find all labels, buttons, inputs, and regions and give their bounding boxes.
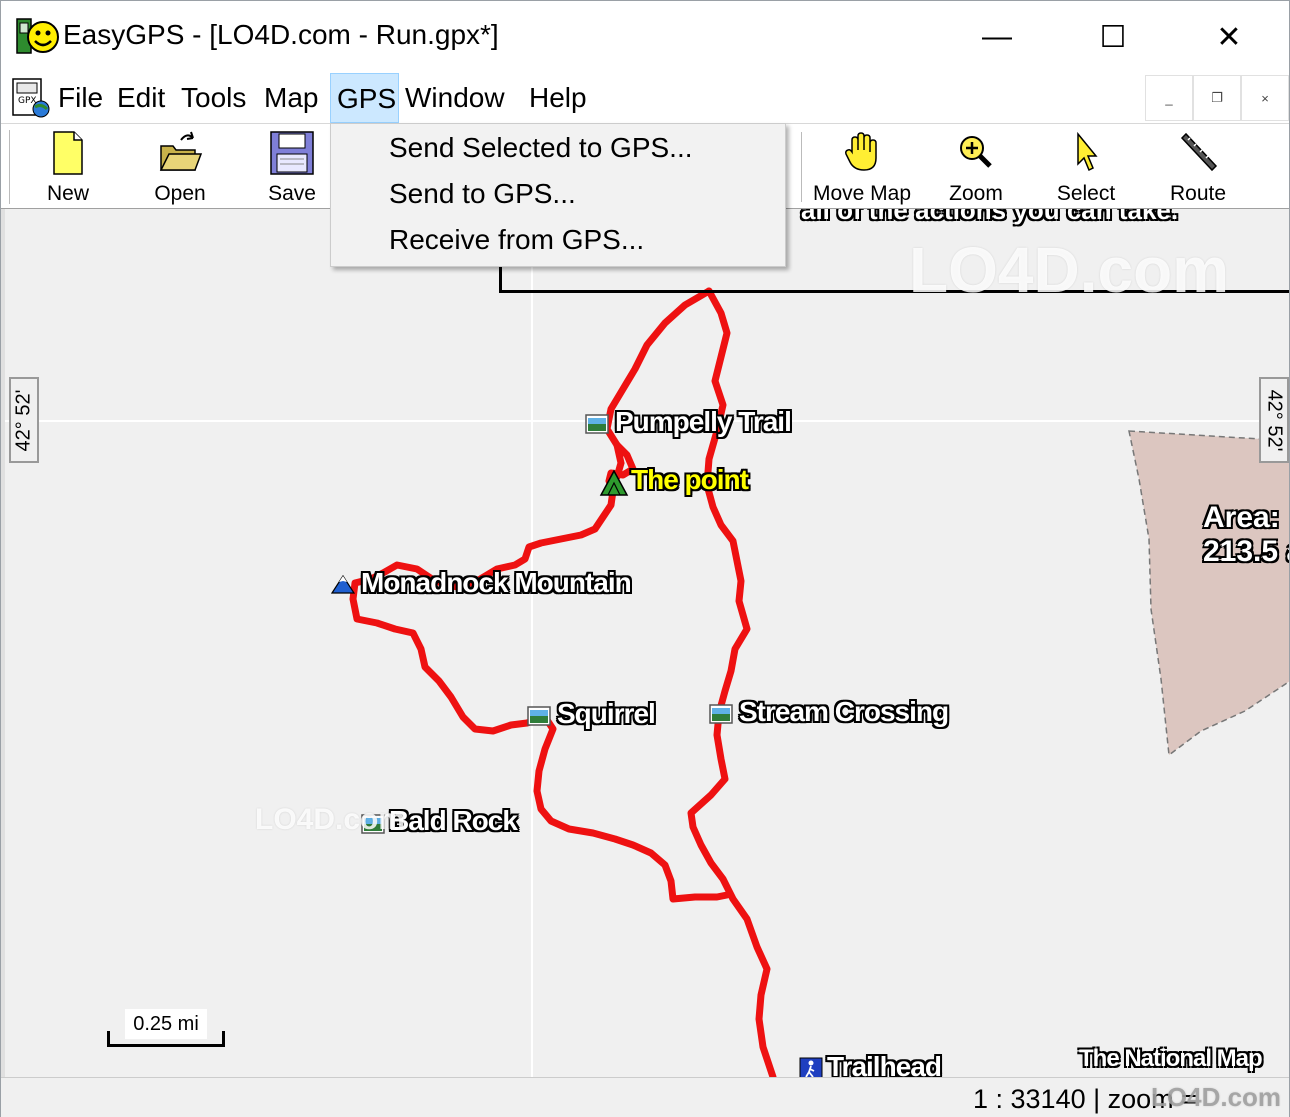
toolbar-grip[interactable] xyxy=(7,130,10,204)
scale-line xyxy=(107,1031,225,1047)
area-label: Area: 213.5 a xyxy=(1203,501,1289,569)
zoom-button[interactable]: Zoom xyxy=(921,128,1031,206)
waypoint-the-point[interactable]: The point xyxy=(631,464,749,496)
area-label-line2: 213.5 a xyxy=(1203,535,1289,568)
open-folder-icon xyxy=(159,131,203,171)
close-icon: ✕ xyxy=(1216,20,1242,54)
ruler-icon xyxy=(1180,132,1218,172)
close-button[interactable]: ✕ xyxy=(1171,1,1287,73)
mdi-restore-button[interactable]: ❐ xyxy=(1193,75,1241,121)
new-label: New xyxy=(46,182,89,205)
map-credit: The National Map xyxy=(1079,1045,1263,1072)
move-map-label: Move Map xyxy=(812,182,912,205)
app-window: EasyGPS - [LO4D.com - Run.gpx*] — ☐ ✕ GP… xyxy=(0,0,1290,1117)
new-button[interactable]: New xyxy=(13,128,123,206)
gps-dropdown-menu: Send Selected to GPS... Send to GPS... R… xyxy=(330,123,786,267)
floppy-disk-icon xyxy=(270,131,314,175)
menu-help[interactable]: Help xyxy=(523,73,593,123)
toolbar-separator xyxy=(801,132,803,202)
maximize-button[interactable]: ☐ xyxy=(1055,1,1171,73)
maximize-icon: ☐ xyxy=(1099,20,1127,54)
menu-window[interactable]: Window xyxy=(399,73,511,123)
magnifier-icon xyxy=(960,136,992,168)
new-file-icon xyxy=(53,131,83,175)
app-smiley-icon xyxy=(16,18,59,54)
latitude-label-right: 42° 52' xyxy=(1259,377,1289,463)
waypoint-pumpelly-trail[interactable]: Pumpelly Trail xyxy=(615,406,792,438)
waypoint-squirrel[interactable]: Squirrel xyxy=(557,698,656,730)
menu-item-receive-from-gps[interactable]: Receive from GPS... xyxy=(389,224,644,256)
window-title: EasyGPS - [LO4D.com - Run.gpx*] xyxy=(63,19,499,50)
open-button[interactable]: Open xyxy=(125,128,235,206)
move-map-button[interactable]: Move Map xyxy=(807,128,917,206)
gpx-document-icon: GPX xyxy=(12,78,50,118)
area-label-line1: Area: xyxy=(1203,501,1280,534)
mountain-icon[interactable] xyxy=(331,573,355,595)
trailhead-icon[interactable] xyxy=(799,1057,823,1077)
pointer-icon xyxy=(1077,131,1098,172)
photo-waypoint-icon[interactable] xyxy=(527,705,551,727)
watermark-small: LO4D.com xyxy=(255,803,406,836)
minimize-button[interactable]: — xyxy=(939,1,1055,73)
mdi-minimize-icon: _ xyxy=(1165,90,1173,106)
minimize-icon: — xyxy=(982,20,1012,53)
scale-bar: 0.25 mi xyxy=(107,1009,225,1047)
select-label: Select xyxy=(1056,182,1116,205)
menu-edit[interactable]: Edit xyxy=(111,73,171,123)
open-label: Open xyxy=(154,182,206,205)
hand-icon xyxy=(845,132,877,171)
waypoint-bald-rock[interactable]: Bald Rock xyxy=(389,805,518,837)
menu-item-send-selected-to-gps[interactable]: Send Selected to GPS... xyxy=(389,132,693,164)
zoom-label: Zoom xyxy=(949,182,1003,205)
map-canvas[interactable] xyxy=(5,209,1289,1077)
route-label: Route xyxy=(1169,182,1227,205)
area-polygon xyxy=(1128,430,1289,757)
menu-tools[interactable]: Tools xyxy=(175,73,252,123)
menu-gps[interactable]: GPS xyxy=(330,73,399,123)
menu-bar: GPX File Edit Tools Map GPS Window Help … xyxy=(1,73,1289,123)
photo-waypoint-icon[interactable] xyxy=(585,413,609,435)
menu-map[interactable]: Map xyxy=(258,73,324,123)
watermark-corner: LO4D.com xyxy=(1151,1082,1282,1112)
route-button[interactable]: Route xyxy=(1143,128,1253,206)
mdi-close-button[interactable]: × xyxy=(1241,75,1289,121)
mdi-minimize-button[interactable]: _ xyxy=(1145,75,1193,121)
waypoint-stream-crossing[interactable]: Stream Crossing xyxy=(739,696,949,728)
waypoint-trailhead[interactable]: Trailhead xyxy=(827,1051,942,1077)
title-bar[interactable]: EasyGPS - [LO4D.com - Run.gpx*] — ☐ ✕ xyxy=(1,1,1289,73)
callout-text: all of the actions you can take. xyxy=(801,209,1179,225)
mdi-close-icon: × xyxy=(1261,90,1269,106)
mdi-controls: _ ❐ × xyxy=(1145,75,1289,121)
status-bar: 1 : 33140 | zoom = LO4D.com xyxy=(1,1077,1289,1117)
map-view[interactable]: all of the actions you can take. 42° 52'… xyxy=(1,209,1289,1077)
select-button[interactable]: Select xyxy=(1031,128,1141,206)
waypoint-monadnock-mountain[interactable]: Monadnock Mountain xyxy=(361,567,632,599)
photo-waypoint-icon[interactable] xyxy=(709,703,733,725)
menu-item-send-to-gps[interactable]: Send to GPS... xyxy=(389,178,576,210)
watermark-large: LO4D.com xyxy=(909,234,1230,306)
mdi-restore-icon: ❐ xyxy=(1211,90,1223,105)
summit-icon[interactable] xyxy=(599,469,629,497)
menu-file[interactable]: File xyxy=(52,73,109,123)
latitude-label-left: 42° 52' xyxy=(9,377,39,463)
